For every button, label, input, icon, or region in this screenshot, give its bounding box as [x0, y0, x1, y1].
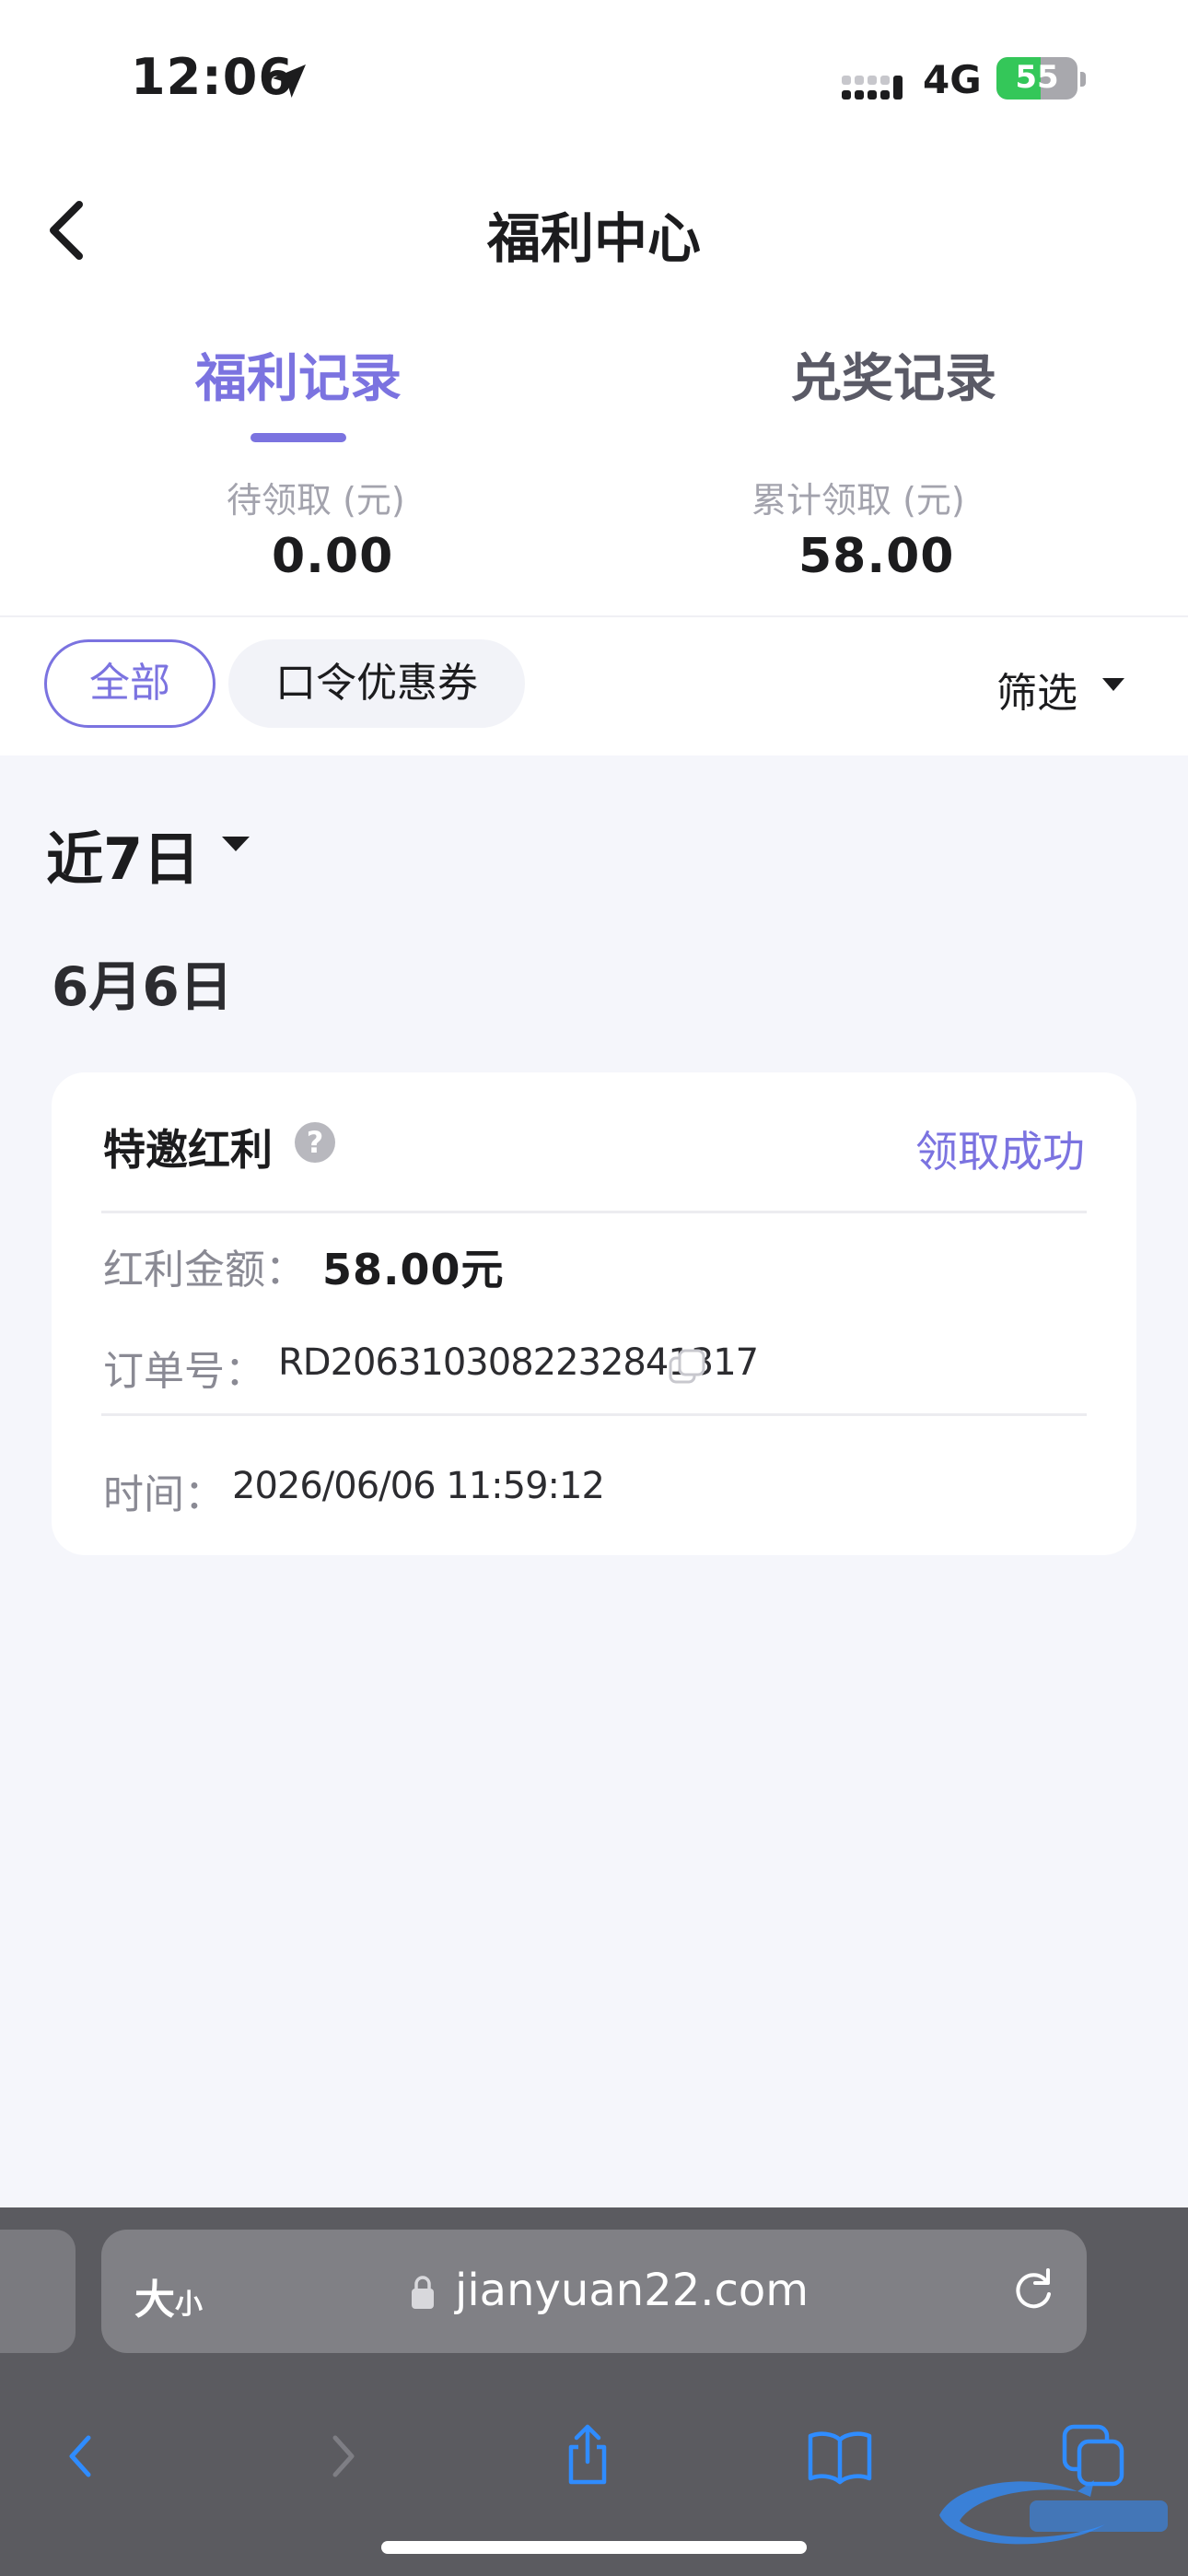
battery-charging-icon: 55	[996, 57, 1086, 101]
caret-down-icon[interactable]	[221, 835, 250, 853]
lock-icon	[412, 2276, 434, 2309]
card-divider	[101, 1211, 1087, 1213]
browser-forward-icon[interactable]	[304, 2419, 378, 2493]
caret-down-icon[interactable]	[1101, 676, 1125, 693]
battery-percent: 55	[1015, 59, 1059, 96]
tab-redeem-records[interactable]: 兑奖记录	[790, 337, 996, 412]
page-title: 福利中心	[486, 207, 701, 270]
help-icon[interactable]: ?	[295, 1122, 335, 1163]
welfare-record-card[interactable]: 特邀红利 ? 领取成功 红利金额： 58.00元 订单号： RD20631030…	[52, 1072, 1136, 1555]
active-tab-indicator	[250, 433, 346, 442]
header-panel: 12:06 4G 55 福利中心 福利记录 兑奖记录 待领取 (元) 0.00 …	[0, 0, 1188, 755]
order-number-label: 订单号：	[103, 1348, 265, 1395]
text-size-button[interactable]: 大小	[134, 2266, 203, 2325]
time-label: 时间：	[103, 1471, 225, 1518]
reload-icon[interactable]	[1006, 2263, 1061, 2318]
pending-amount-label: 待领取 (元)	[227, 480, 405, 521]
address-bar[interactable]: 大小 jianyuan22.com	[101, 2230, 1087, 2353]
browser-back-icon[interactable]	[46, 2419, 120, 2493]
chip-password-coupon[interactable]: 口令优惠券	[228, 639, 525, 728]
share-icon[interactable]	[551, 2419, 624, 2493]
location-arrow-icon	[273, 64, 306, 98]
amount-value: 58.00元	[322, 1245, 505, 1294]
battery-cap	[1080, 72, 1086, 87]
signal-dots-icon	[842, 76, 903, 100]
day-group-header: 6月6日	[52, 955, 233, 1018]
text-size-small: 小	[175, 2289, 203, 2321]
bookmarks-icon[interactable]	[803, 2419, 877, 2493]
total-claimed-label: 累计领取 (元)	[751, 480, 965, 521]
text-size-big: 大	[134, 2277, 175, 2324]
network-type: 4G	[923, 57, 982, 102]
community-logo-watermark	[939, 2480, 1168, 2545]
copy-icon[interactable]	[667, 1347, 709, 1388]
summary-divider	[0, 615, 1188, 617]
time-value: 2026/06/06 11:59:12	[232, 1465, 605, 1507]
battery-body: 55	[996, 57, 1077, 100]
total-claimed-value: 58.00	[798, 529, 955, 584]
pending-amount-value: 0.00	[272, 529, 394, 584]
card-divider	[101, 1413, 1087, 1416]
url-text: jianyuan22.com	[455, 2265, 809, 2316]
tab-welfare-records[interactable]: 福利记录	[195, 337, 402, 412]
amount-label: 红利金额：	[103, 1247, 306, 1294]
record-title: 特邀红利	[103, 1125, 273, 1175]
chip-all[interactable]: 全部	[44, 639, 215, 728]
previous-tab-preview[interactable]	[0, 2230, 76, 2353]
filter-button[interactable]: 筛选	[996, 660, 1077, 719]
welfare-center-page: 12:06 4G 55 福利中心 福利记录 兑奖记录 待领取 (元) 0.00 …	[0, 0, 1188, 2576]
record-status: 领取成功	[915, 1127, 1085, 1177]
date-range-selector[interactable]: 近7日	[46, 813, 200, 896]
home-indicator	[381, 2541, 807, 2554]
